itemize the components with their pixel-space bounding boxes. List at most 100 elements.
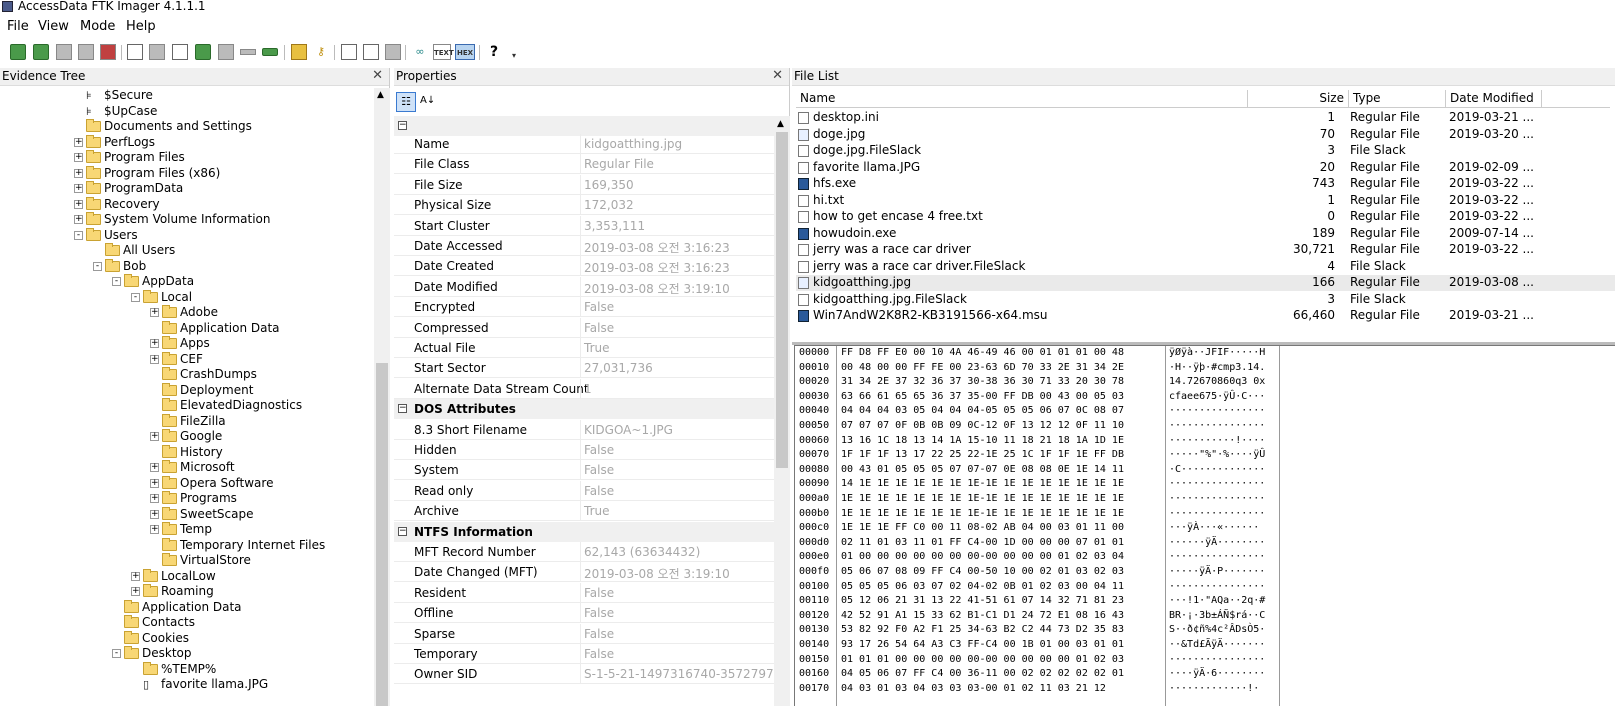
expand-icon[interactable]: +	[150, 432, 159, 441]
property-row[interactable]: Sparse False	[394, 623, 774, 644]
new-document-icon[interactable]	[341, 44, 357, 60]
hex-ascii[interactable]: ················	[1169, 477, 1265, 491]
hex-ascii[interactable]: ················	[1169, 550, 1265, 564]
hex-bytes[interactable]: 1F 1F 1F 13 17 22 25 22-1E 25 1C 1F 1F 1…	[841, 448, 1124, 462]
hex-bytes[interactable]: 04 04 04 03 05 04 04 04-05 05 05 06 07 0…	[841, 404, 1124, 418]
hex-bytes[interactable]: 02 11 01 03 11 01 FF C4-00 1D 00 00 00 0…	[841, 536, 1124, 550]
export-disk-image-icon[interactable]	[149, 44, 165, 60]
property-row[interactable]: Compressed False	[394, 317, 774, 338]
remove-evidence-icon[interactable]	[78, 44, 94, 60]
property-row[interactable]: Date Modified 2019-03-08 오전 3:19:10	[394, 276, 774, 297]
remove-all-evidence-icon[interactable]	[100, 44, 116, 60]
property-row[interactable]: Hidden False	[394, 440, 774, 460]
hex-bytes[interactable]: 63 66 61 65 65 36 37 35-00 FF DB 00 43 0…	[841, 390, 1124, 404]
expand-icon[interactable]: +	[74, 215, 83, 224]
collapse-icon[interactable]: −	[398, 121, 407, 130]
properties-scrollbar[interactable]: ▲	[774, 116, 790, 706]
verify-drive-icon[interactable]	[262, 48, 278, 56]
scroll-up-icon[interactable]: ▲	[377, 90, 384, 100]
hex-bytes[interactable]: 04 05 06 07 FF C4 00 36-11 00 02 02 02 0…	[841, 667, 1124, 681]
file-row[interactable]: favorite llama.JPG 20 Regular File 2019-02-…	[796, 160, 1615, 176]
collapse-icon[interactable]: −	[398, 526, 407, 536]
hex-ascii[interactable]: ·····"%"·%····ÿÛ	[1169, 448, 1265, 462]
file-row[interactable]: doge.jpg 70 Regular File 2019-03-20 ...	[796, 127, 1615, 143]
image-mounting-icon[interactable]	[56, 44, 72, 60]
hex-ascii[interactable]: cfaee675·ÿÛ·C···	[1169, 390, 1265, 404]
hex-ascii[interactable]: BR·¡·3b±ÁÑ$rá··C	[1169, 609, 1265, 623]
expand-icon[interactable]: +	[74, 184, 83, 193]
expand-icon[interactable]: +	[150, 494, 159, 503]
menu-help[interactable]: Help	[126, 19, 156, 34]
property-row[interactable]: Alternate Data Stream Count 1	[394, 378, 774, 399]
close-icon[interactable]: ✕	[772, 68, 783, 83]
key-icon[interactable]: ⚷	[313, 44, 329, 60]
hex-bytes[interactable]: FF D8 FF E0 00 10 4A 46-49 46 00 01 01 0…	[841, 346, 1124, 360]
hex-bytes[interactable]: 07 07 07 0F 0B 0B 09 0C-12 0F 13 12 12 0…	[841, 419, 1124, 433]
expand-icon[interactable]: +	[74, 137, 83, 147]
property-row[interactable]: Actual File True	[394, 338, 774, 358]
property-row[interactable]: Archive True	[394, 501, 774, 522]
hex-bytes[interactable]: 00 48 00 00 FF FE 00 23-63 6D 70 33 2E 3…	[841, 361, 1124, 375]
file-row[interactable]: hi.txt 1 Regular File 2019-03-22 ...	[796, 193, 1615, 209]
property-row[interactable]: Start Sector 27,031,736	[394, 358, 774, 379]
scrollbar-thumb[interactable]	[376, 363, 388, 706]
hex-ascii[interactable]: ···!1·"AQa··2q·#	[1169, 594, 1265, 608]
scroll-up-icon[interactable]: ▲	[777, 119, 784, 129]
hex-bytes[interactable]: 1E 1E 1E FF C0 00 11 08-02 AB 04 00 03 0…	[841, 521, 1124, 535]
export-files-icon[interactable]	[291, 44, 307, 60]
glasses-icon[interactable]: ∞	[412, 44, 428, 60]
hex-ascii[interactable]: ···········!····	[1169, 434, 1265, 448]
property-row[interactable]: Resident False	[394, 582, 774, 603]
hex-ascii[interactable]: ················	[1169, 580, 1265, 594]
expand-icon[interactable]: +	[74, 168, 83, 178]
column-header-size[interactable]: Size	[1248, 90, 1349, 108]
expand-icon[interactable]: +	[150, 478, 159, 488]
decrypt-icon[interactable]	[240, 49, 256, 55]
file-row[interactable]: jerry was a race car driver.FileSlack 4 Fi…	[796, 259, 1615, 275]
add-all-evidence-icon[interactable]	[33, 44, 49, 60]
hex-ascii[interactable]: ·H··ÿþ·#cmp3.14.	[1169, 361, 1265, 375]
property-row[interactable]: Temporary False	[394, 644, 774, 664]
hex-bytes[interactable]: 05 06 07 08 09 FF C4 00-50 10 00 02 01 0…	[841, 565, 1124, 579]
property-row[interactable]: Date Created 2019-03-08 오전 3:16:23	[394, 256, 774, 277]
property-row[interactable]: Offline False	[394, 603, 774, 624]
collapse-icon[interactable]: -	[131, 292, 140, 302]
file-row[interactable]: jerry was a race car driver 30,721 Regular…	[796, 242, 1615, 258]
hex-bytes[interactable]: 1E 1E 1E 1E 1E 1E 1E 1E-1E 1E 1E 1E 1E 1…	[841, 507, 1124, 521]
expand-icon[interactable]: +	[131, 587, 140, 596]
hex-ascii[interactable]: ····ÿÄ·6········	[1169, 667, 1265, 681]
hex-bytes[interactable]: 93 17 26 54 64 A3 C3 FF-C4 00 1B 01 00 0…	[841, 638, 1124, 652]
hex-bytes[interactable]: 04 03 01 03 04 03 03 03-00 01 02 11 03 2…	[841, 682, 1106, 696]
file-row[interactable]: kidgoatthing.jpg.FileSlack 3 File Slack	[796, 292, 1615, 308]
expand-icon[interactable]: +	[150, 525, 159, 534]
file-row[interactable]: how to get encase 4 free.txt 0 Regular Fil…	[796, 209, 1615, 225]
close-icon[interactable]: ✕	[372, 68, 383, 83]
property-row[interactable]: Owner SID S-1-5-21-1497316740-357279761	[394, 664, 774, 685]
scrollbar-thumb[interactable]	[776, 132, 788, 468]
hex-ascii[interactable]: ·············!·	[1169, 682, 1259, 696]
property-row[interactable]: File Size 169,350	[394, 174, 774, 195]
add-to-custom-content-icon[interactable]	[195, 44, 211, 60]
collapse-icon[interactable]: -	[93, 261, 102, 271]
file-row[interactable]: Win7AndW2K8R2-KB3191566-x64.msu 66,460 Reg…	[796, 308, 1615, 324]
hex-ascii[interactable]: ················	[1169, 653, 1265, 667]
text-mode-icon[interactable]: TEXT	[433, 44, 454, 60]
hex-ascii[interactable]: ·····ÿÄ·P·······	[1169, 565, 1265, 579]
hex-interpreter-icon[interactable]	[385, 44, 401, 60]
property-row[interactable]: Encrypted False	[394, 297, 774, 318]
expand-icon[interactable]: +	[74, 199, 83, 209]
hex-ascii[interactable]: ··&Td£ÃÿÄ·······	[1169, 638, 1265, 652]
properties-category-general[interactable]: −	[394, 116, 774, 136]
hex-viewer[interactable]: 00000 FF D8 FF E0 00 10 4A 46-49 46 00 01…	[794, 345, 1615, 706]
property-row[interactable]: File Class Regular File	[394, 154, 774, 175]
hex-bytes[interactable]: 01 01 01 00 00 00 00 00-00 00 00 00 00 0…	[841, 653, 1124, 667]
file-row[interactable]: doge.jpg.FileSlack 3 File Slack	[796, 143, 1615, 159]
expand-icon[interactable]: +	[150, 354, 159, 364]
column-header-name[interactable]: Name	[796, 90, 1248, 108]
sort-alphabetical-icon[interactable]: A↓	[420, 92, 438, 112]
collapse-icon[interactable]: -	[74, 230, 83, 240]
property-row[interactable]: Physical Size 172,032	[394, 195, 774, 216]
hex-bytes[interactable]: 53 82 92 F0 A2 F1 25 34-63 B2 C2 44 73 D…	[841, 623, 1124, 637]
hex-ascii[interactable]: ················	[1169, 404, 1265, 418]
file-row[interactable]: kidgoatthing.jpg 166 Regular File 2019-03-0…	[796, 275, 1615, 291]
